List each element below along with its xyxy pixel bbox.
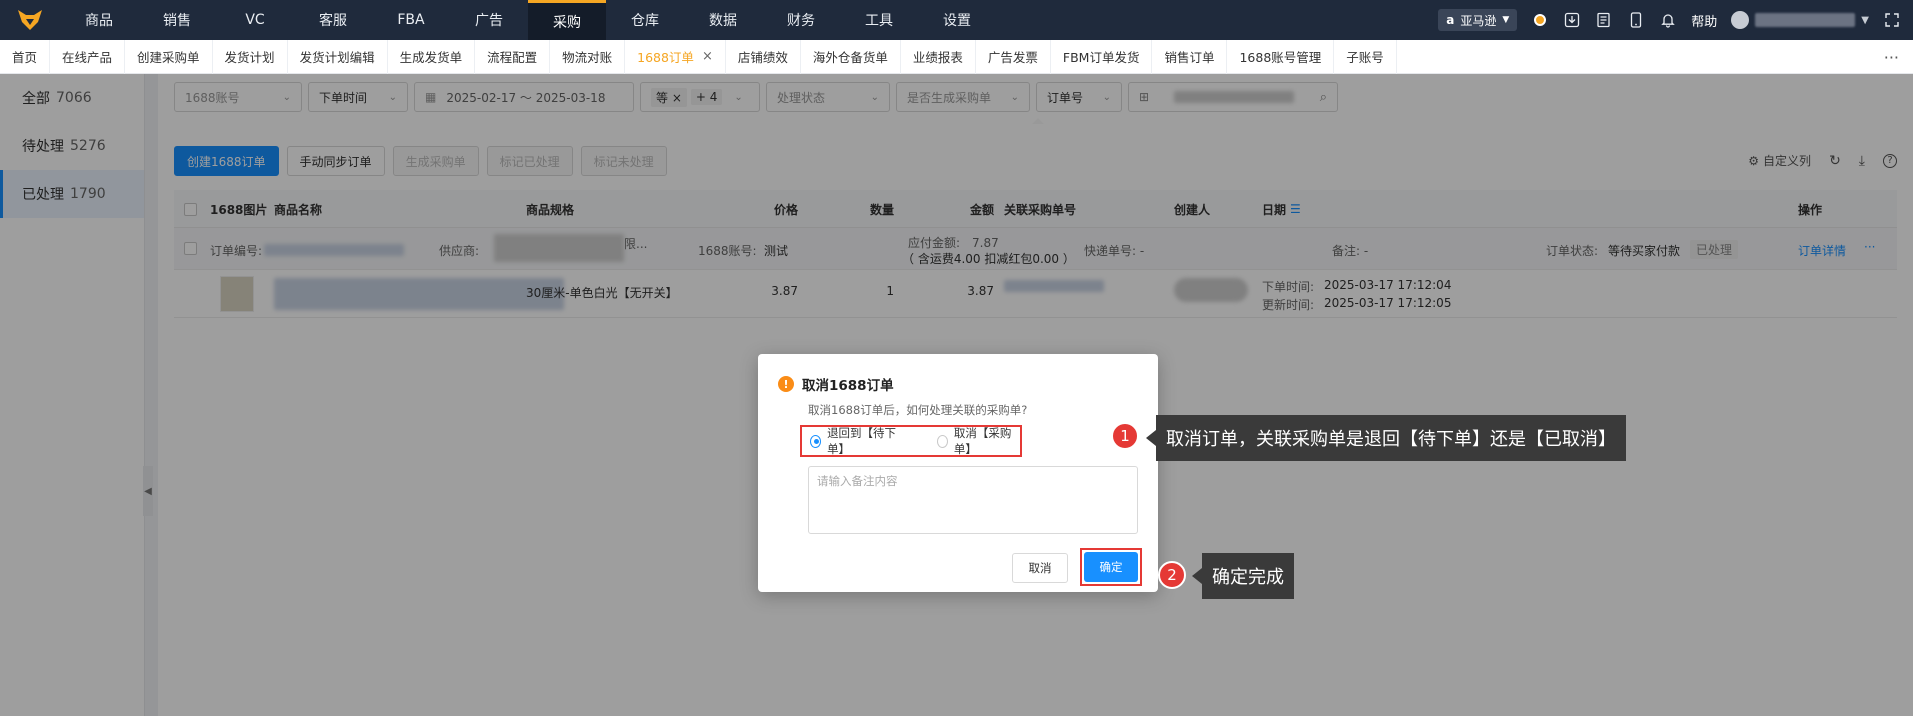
step-badge-2: 2 xyxy=(1158,561,1186,589)
chevron-down-icon: ▼ xyxy=(1861,14,1869,26)
tab-label: 首页 xyxy=(12,50,38,65)
option-cancel-po[interactable]: 取消【采购单】 xyxy=(936,425,1020,457)
option-return-to-pending[interactable]: 退回到【待下单】 xyxy=(810,425,903,457)
po-handling-options: 退回到【待下单】 取消【采购单】 xyxy=(800,425,1022,457)
chevron-down-icon: ▼ xyxy=(1502,15,1510,25)
tab-label: 销售订单 xyxy=(1164,50,1215,65)
amazon-icon: a xyxy=(1446,13,1455,27)
nav-item-8[interactable]: 数据 xyxy=(684,0,762,40)
tab-6[interactable]: 流程配置 xyxy=(475,39,551,74)
tab-15[interactable]: 1688账号管理 xyxy=(1227,39,1335,74)
tab-0[interactable]: 首页 xyxy=(0,39,51,74)
mobile-icon[interactable] xyxy=(1627,11,1645,29)
user-menu[interactable]: ▼ xyxy=(1731,11,1869,29)
option-return-to-pending-label: 退回到【待下单】 xyxy=(827,426,897,456)
tab-label: 发货计划 xyxy=(224,50,275,65)
dialog-title-text: 取消1688订单 xyxy=(802,378,894,394)
radio-unselected-icon xyxy=(936,434,948,448)
tab-label: 海外仓备货单 xyxy=(812,50,888,65)
tab-label: 业绩报表 xyxy=(912,50,963,65)
tab-14[interactable]: 销售订单 xyxy=(1152,39,1228,74)
app-logo[interactable] xyxy=(0,0,60,40)
tab-label: 在线产品 xyxy=(62,50,113,65)
tab-label: 发货计划编辑 xyxy=(299,50,375,65)
avatar xyxy=(1731,11,1750,29)
fox-logo-icon xyxy=(18,10,42,30)
nav-item-3[interactable]: 客服 xyxy=(294,0,372,40)
marketplace-select[interactable]: a 亚马逊 ▼ xyxy=(1438,9,1518,31)
tab-1[interactable]: 在线产品 xyxy=(50,39,126,74)
nav-item-9[interactable]: 财务 xyxy=(762,0,840,40)
nav-item-0[interactable]: 商品 xyxy=(60,0,138,40)
notification-dot-icon[interactable] xyxy=(1531,11,1549,29)
username-redacted xyxy=(1755,13,1856,27)
tab-label: 子账号 xyxy=(1346,50,1384,65)
more-tabs-icon[interactable]: ··· xyxy=(1884,40,1899,74)
tab-7[interactable]: 物流对账 xyxy=(550,39,626,74)
tab-label: 店铺绩效 xyxy=(737,50,788,65)
radio-selected-icon xyxy=(810,434,822,448)
bell-icon[interactable] xyxy=(1659,11,1677,29)
callout-2: 确定完成 xyxy=(1192,553,1294,599)
chevron-up-icon[interactable] xyxy=(1030,117,1046,125)
option-cancel-po-label: 取消【采购单】 xyxy=(953,426,1012,456)
nav-item-7[interactable]: 仓库 xyxy=(606,0,684,40)
dialog-description: 取消1688订单后，如何处理关联的采购单? xyxy=(808,403,1028,417)
fullscreen-icon[interactable] xyxy=(1883,11,1901,29)
tab-9[interactable]: 店铺绩效 xyxy=(726,39,801,74)
tab-label: 流程配置 xyxy=(487,50,538,65)
tab-label: 1688账号管理 xyxy=(1239,50,1322,65)
tab-12[interactable]: 广告发票 xyxy=(976,39,1051,74)
page-tabs: 首页 在线产品 创建采购单 发货计划 发货计划编辑 生成发货单 流程配置 物流对账 1688订单… xyxy=(0,39,1913,74)
nav-right-tools: a 亚马逊 ▼ 帮助 ▼ xyxy=(1438,0,1913,40)
marketplace-label: 亚马逊 xyxy=(1460,13,1497,28)
top-navigation: 商品 销售 VC 客服 FBA 广告 采购 仓库 数据 财务 工具 设置 a 亚马逊 ▼ 帮助 ▼ xyxy=(0,0,1913,40)
nav-item-10[interactable]: 工具 xyxy=(840,0,918,40)
download-icon[interactable] xyxy=(1563,11,1581,29)
tab-13[interactable]: FBM订单发货 xyxy=(1051,39,1153,74)
step-badge-1: 1 xyxy=(1111,422,1139,450)
callout-1: 取消订单，关联采购单是退回【待下单】还是【已取消】 xyxy=(1146,415,1626,461)
tab-16[interactable]: 子账号 xyxy=(1334,39,1397,74)
nav-item-6[interactable]: 采购 xyxy=(528,0,606,40)
confirm-highlight: 确定 xyxy=(1080,548,1142,586)
help-link[interactable]: 帮助 xyxy=(1691,11,1717,30)
close-icon[interactable]: × xyxy=(702,49,713,64)
tab-label: 创建采购单 xyxy=(137,50,200,65)
tab-2[interactable]: 创建采购单 xyxy=(125,39,213,74)
cancel-order-dialog: ! 取消1688订单 取消1688订单后，如何处理关联的采购单? 退回到【待下单… xyxy=(758,354,1158,592)
remark-textarea[interactable] xyxy=(808,466,1138,534)
dialog-cancel-button[interactable]: 取消 xyxy=(1012,553,1068,583)
nav-item-11[interactable]: 设置 xyxy=(918,0,996,40)
tab-8[interactable]: 1688订单 × xyxy=(625,39,726,74)
tab-10[interactable]: 海外仓备货单 xyxy=(801,39,901,74)
tab-label: 1688订单 xyxy=(637,50,694,65)
tab-label: FBM订单发货 xyxy=(1062,50,1140,65)
dialog-title: ! 取消1688订单 xyxy=(778,374,894,394)
tab-label: 物流对账 xyxy=(562,50,613,65)
tab-4[interactable]: 发货计划编辑 xyxy=(288,39,388,74)
tab-11[interactable]: 业绩报表 xyxy=(901,39,976,74)
task-list-icon[interactable] xyxy=(1595,11,1613,29)
tab-label: 生成发货单 xyxy=(399,50,463,65)
dialog-confirm-button[interactable]: 确定 xyxy=(1084,552,1138,582)
tab-label: 广告发票 xyxy=(987,50,1038,65)
tab-3[interactable]: 发货计划 xyxy=(213,39,288,74)
warning-icon: ! xyxy=(778,376,794,392)
tab-5[interactable]: 生成发货单 xyxy=(388,39,476,74)
nav-item-4[interactable]: FBA xyxy=(372,0,450,40)
nav-item-5[interactable]: 广告 xyxy=(450,0,528,40)
nav-item-1[interactable]: 销售 xyxy=(138,0,216,40)
nav-item-2[interactable]: VC xyxy=(216,0,294,40)
